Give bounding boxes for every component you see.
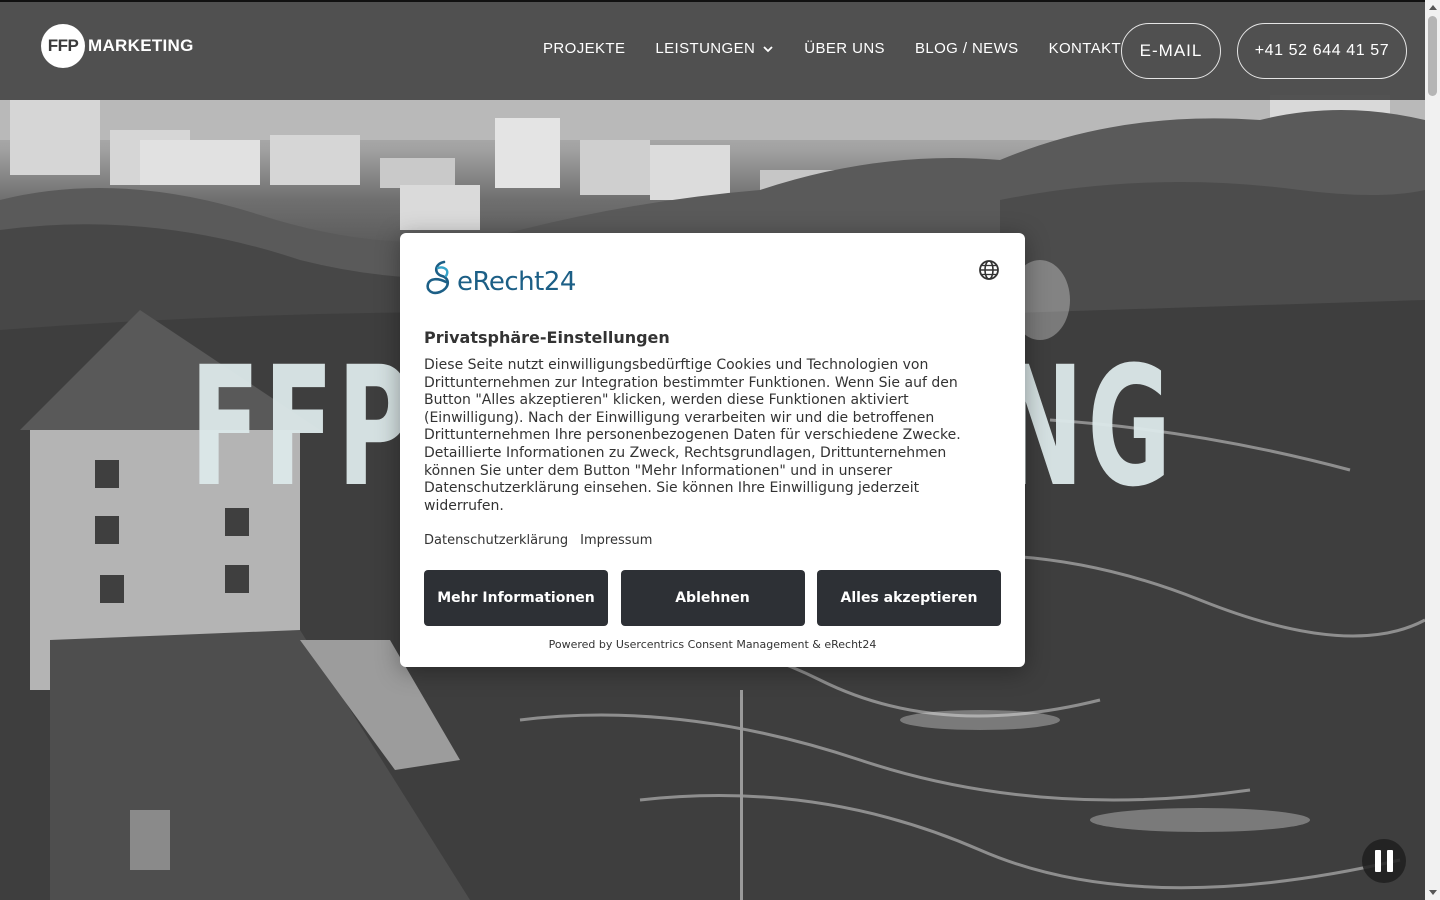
decline-button[interactable]: Ablehnen <box>620 570 805 627</box>
scroll-down-arrow[interactable] <box>1428 890 1437 895</box>
brand-name: eRecht24 <box>457 267 576 297</box>
erecht24-mark-icon <box>426 260 450 295</box>
page: FFP MARKETING FFP MARKETING PROJEKTE LEI… <box>0 0 1440 900</box>
nav-kontakt[interactable]: KONTAKT <box>1049 40 1122 57</box>
scrollbar[interactable] <box>1425 0 1440 900</box>
phone-button[interactable]: +41 52 644 41 57 <box>1237 23 1407 79</box>
nav-label: ÜBER UNS <box>804 40 885 57</box>
chevron-down-icon <box>763 45 773 52</box>
logo-mark: FFP <box>41 24 85 68</box>
nav-label: KONTAKT <box>1048 40 1122 57</box>
nav-label: LEISTUNGEN <box>655 40 756 57</box>
nav-ueber-uns[interactable]: ÜBER UNS <box>804 40 885 57</box>
nav-label: PROJEKTE <box>543 40 626 57</box>
nav-blog-news[interactable]: BLOG / NEWS <box>915 40 1019 57</box>
pause-icon-bar <box>1375 850 1381 872</box>
consent-body: Diese Seite nutzt einwilligungsbedürftig… <box>424 357 961 514</box>
consent-links: Datenschutzerklärung Impressum <box>424 533 1001 548</box>
nav-leistungen[interactable]: LEISTUNGEN <box>655 40 774 57</box>
logo[interactable]: FFP MARKETING <box>41 24 194 68</box>
powered-by: Powered by Usercentrics Consent Manageme… <box>548 638 877 652</box>
consent-title: Privatsphäre-Einstellungen <box>424 328 670 347</box>
accept-all-button[interactable]: Alles akzeptieren <box>817 570 1001 627</box>
consent-buttons: Mehr Informationen Ablehnen Alles akzept… <box>424 570 1001 627</box>
more-information-button[interactable]: Mehr Informationen <box>424 570 608 627</box>
imprint-link[interactable]: Impressum <box>580 533 652 548</box>
consent-dialog: eRecht24 Privatsphäre-Einstellungen Dies… <box>400 233 1025 667</box>
logo-text: MARKETING <box>88 36 194 55</box>
scroll-up-arrow[interactable] <box>1428 5 1437 10</box>
privacy-policy-link[interactable]: Datenschutzerklärung <box>424 533 568 548</box>
erecht24-logo: eRecht24 <box>424 257 1001 299</box>
main-nav: PROJEKTE LEISTUNGEN ÜBER UNS BLOG / NEWS… <box>543 40 1151 57</box>
scroll-thumb[interactable] <box>1428 16 1437 96</box>
pause-icon-bar <box>1387 850 1393 872</box>
nav-label: BLOG / NEWS <box>914 40 1019 57</box>
globe-icon[interactable] <box>978 259 1000 281</box>
nav-projekte[interactable]: PROJEKTE <box>543 40 625 57</box>
site-header: FFP MARKETING PROJEKTE LEISTUNGEN ÜBER U… <box>0 0 1425 100</box>
email-button[interactable]: E-MAIL <box>1121 23 1221 79</box>
pause-button[interactable] <box>1362 839 1406 883</box>
